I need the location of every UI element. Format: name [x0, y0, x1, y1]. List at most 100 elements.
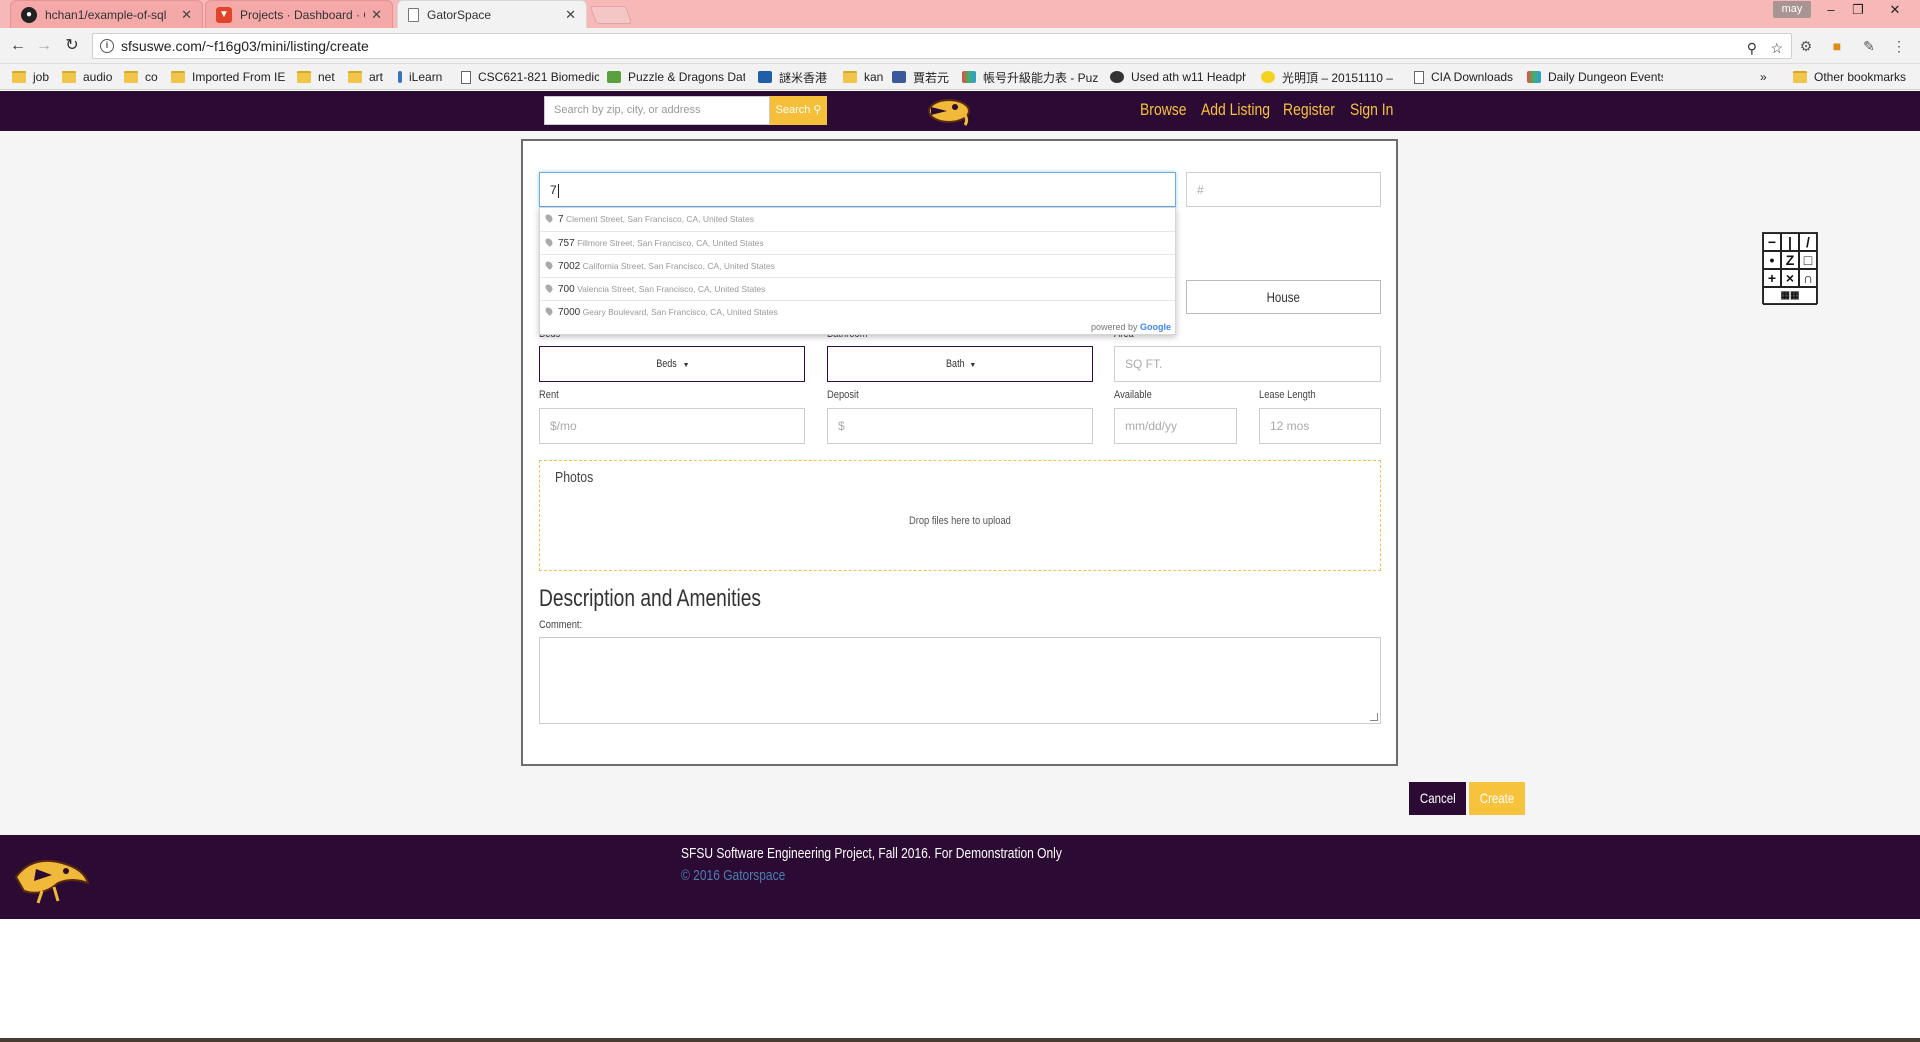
- menu-icon[interactable]: ⋮: [1890, 37, 1908, 55]
- bookmark-audio[interactable]: audio: [62, 68, 114, 86]
- browser-tab-github[interactable]: ● hchan1/example-of-sql ✕: [10, 0, 203, 28]
- nav-register[interactable]: Register: [1283, 100, 1335, 120]
- bath-dropdown[interactable]: Bath ▼: [827, 346, 1093, 382]
- other-bookmarks[interactable]: Other bookmarks: [1793, 68, 1913, 86]
- address-autocomplete-dropdown: 7 Clement Street, San Francisco, CA, Uni…: [539, 207, 1176, 335]
- zoom-search-icon[interactable]: ⚲: [1747, 36, 1757, 60]
- autocomplete-suggestion[interactable]: 700 Valencia Street, San Francisco, CA, …: [540, 277, 1175, 300]
- unit-number-input[interactable]: #: [1186, 172, 1381, 207]
- dot-icon[interactable]: •: [1763, 251, 1781, 269]
- input-method-widget[interactable]: − | / • Z □ + × ∩ ▦▦: [1762, 232, 1818, 305]
- browser-tab-gatorspace[interactable]: GatorSpace ✕: [397, 0, 587, 28]
- bookmark-net[interactable]: net: [297, 68, 337, 86]
- bookmark-art[interactable]: art: [348, 68, 388, 86]
- bookmark-facebook[interactable]: 賈若元: [892, 68, 954, 86]
- extension-icon[interactable]: ■: [1828, 37, 1846, 55]
- bookmark-ilearn[interactable]: iLearn: [398, 68, 448, 86]
- autocomplete-suggestion[interactable]: 757 Fillmore Street, San Francisco, CA, …: [540, 231, 1175, 254]
- extension-icon[interactable]: ⚙: [1797, 37, 1815, 55]
- n-icon[interactable]: ∩: [1799, 269, 1817, 287]
- create-button[interactable]: Create: [1469, 782, 1525, 815]
- rent-input[interactable]: $/mo: [539, 408, 805, 444]
- bookmark-star-icon[interactable]: ☆: [1770, 36, 1783, 60]
- x-icon[interactable]: ×: [1781, 269, 1799, 287]
- site-search-button[interactable]: Search ⚲: [770, 96, 827, 125]
- house-type-button[interactable]: House: [1186, 280, 1381, 314]
- footer-project-text: SFSU Software Engineering Project, Fall …: [681, 845, 1062, 862]
- cancel-button[interactable]: Cancel: [1409, 782, 1466, 815]
- bookmark-puz-table[interactable]: 帳号升級能力表 - Puz: [962, 68, 1098, 86]
- description-section-title: Description and Amenities: [539, 585, 761, 612]
- bookmark-daily-dungeon[interactable]: Daily Dungeon Events: [1527, 68, 1663, 86]
- page-icon: [1414, 70, 1424, 84]
- autocomplete-suggestion[interactable]: 7 Clement Street, San Francisco, CA, Uni…: [540, 208, 1175, 231]
- folder-icon: [843, 71, 857, 83]
- nav-browse[interactable]: Browse: [1140, 100, 1186, 120]
- gator-logo[interactable]: [925, 93, 973, 129]
- close-tab-icon[interactable]: ✕: [371, 7, 382, 23]
- url-field[interactable]: i sfsuswe.com/~f16g03/mini/listing/creat…: [92, 33, 1792, 59]
- bookmarks-bar: job audio co Imported From IE net art iL…: [0, 64, 1920, 90]
- bookmark-mimi[interactable]: 謎米香港: [758, 68, 836, 86]
- lease-length-input[interactable]: 12 mos: [1259, 408, 1381, 444]
- z-icon[interactable]: Z: [1781, 251, 1799, 269]
- bookmark-kan[interactable]: kan: [843, 68, 885, 86]
- location-pin-icon: [544, 213, 554, 223]
- pinwheel-icon: [1527, 71, 1541, 83]
- bookmark-cia-downloads[interactable]: CIA Downloads: [1414, 68, 1514, 86]
- minus-icon[interactable]: −: [1763, 233, 1781, 251]
- browser-tab-gitlab[interactable]: ▼ Projects · Dashboard · Gi ✕: [205, 0, 393, 28]
- google-logo: Google: [1140, 322, 1171, 332]
- comment-textarea[interactable]: [539, 637, 1381, 724]
- forward-icon[interactable]: →: [34, 36, 54, 56]
- bookmark-co[interactable]: co: [124, 68, 164, 86]
- gator-logo: [14, 859, 90, 904]
- square-icon[interactable]: □: [1799, 251, 1817, 269]
- site-search-input[interactable]: Search by zip, city, or address: [544, 96, 770, 125]
- autocomplete-suggestion[interactable]: 7000 Geary Boulevard, San Francisco, CA,…: [540, 300, 1175, 323]
- close-tab-icon[interactable]: ✕: [565, 7, 576, 23]
- autocomplete-suggestion[interactable]: 7002 California Street, San Francisco, C…: [540, 254, 1175, 277]
- site-navbar: Search by zip, city, or address Search ⚲…: [0, 91, 1920, 131]
- bookmark-imported-from-ie[interactable]: Imported From IE: [171, 68, 289, 86]
- puzzle-dragons-icon: [607, 71, 621, 83]
- back-icon[interactable]: ←: [8, 36, 28, 56]
- github-icon: ●: [21, 6, 37, 23]
- close-window-icon[interactable]: ✕: [1882, 0, 1908, 20]
- folder-icon: [62, 71, 76, 83]
- facebook-icon: [892, 71, 906, 83]
- new-tab-button[interactable]: [589, 6, 633, 24]
- slash-icon[interactable]: /: [1799, 233, 1817, 251]
- address-input[interactable]: 7: [539, 172, 1176, 207]
- bookmark-job[interactable]: job: [12, 68, 56, 86]
- bookmarks-overflow-button[interactable]: »: [1760, 68, 1774, 86]
- bookmark-headphones[interactable]: Used ath w11 Headph: [1110, 68, 1246, 86]
- resize-handle-icon[interactable]: [1370, 713, 1378, 721]
- pinwheel-icon: [962, 71, 976, 83]
- area-input[interactable]: SQ FT.: [1114, 346, 1381, 382]
- close-tab-icon[interactable]: ✕: [181, 7, 192, 23]
- plus-icon[interactable]: +: [1763, 269, 1781, 287]
- nav-sign-in[interactable]: Sign In: [1350, 100, 1393, 120]
- bookmark-puzzle-dragons[interactable]: Puzzle & Dragons Dat: [607, 68, 745, 86]
- punctuation-icon[interactable]: ▦▦: [1763, 287, 1817, 305]
- reload-icon[interactable]: ↻: [62, 36, 82, 56]
- bookmark-guangmingding[interactable]: 光明頂 – 20151110 –: [1261, 68, 1393, 86]
- extension-icon[interactable]: ✎: [1860, 37, 1878, 55]
- nav-add-listing[interactable]: Add Listing: [1201, 100, 1270, 120]
- bookmark-csc621[interactable]: CSC621-821 Biomedic: [461, 68, 599, 86]
- location-pin-icon: [544, 283, 554, 293]
- info-icon[interactable]: i: [100, 39, 114, 53]
- folder-icon: [12, 71, 26, 83]
- minimize-icon[interactable]: –: [1818, 0, 1844, 20]
- photos-title: Photos: [555, 469, 594, 486]
- bar-icon[interactable]: |: [1781, 233, 1799, 251]
- profile-badge[interactable]: may: [1773, 1, 1811, 18]
- folder-icon: [171, 71, 185, 83]
- beds-dropdown[interactable]: Beds ▼: [539, 346, 805, 382]
- photos-dropzone[interactable]: Photos Drop files here to upload: [539, 460, 1381, 571]
- restore-icon[interactable]: ❐: [1845, 0, 1871, 20]
- folder-icon: [124, 71, 138, 83]
- deposit-input[interactable]: $: [827, 408, 1093, 444]
- available-date-input[interactable]: mm/dd/yy: [1114, 408, 1237, 444]
